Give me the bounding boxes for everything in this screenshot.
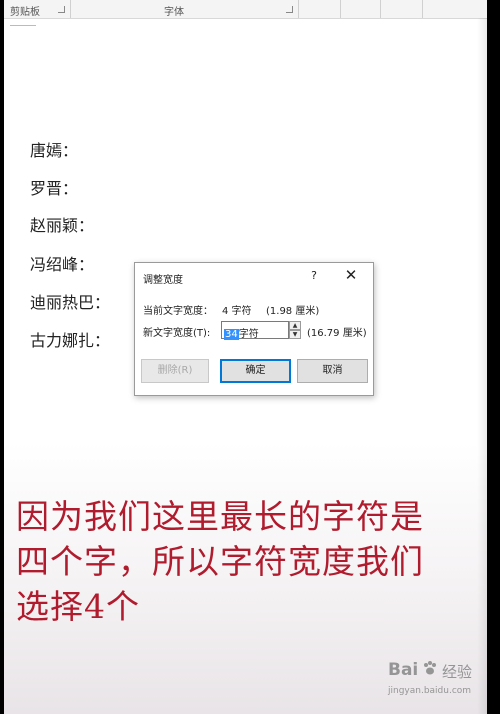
watermark-url: jingyan.baidu.com (388, 686, 472, 696)
spin-down-icon[interactable]: ▼ (289, 330, 301, 339)
ribbon-separator (70, 0, 71, 18)
delete-button[interactable]: 删除(R) (141, 359, 209, 383)
dialog-title: 调整宽度 (143, 275, 183, 286)
caption-line: 四个字，所以字符宽度我们 (16, 542, 424, 581)
ok-button[interactable]: 确定 (220, 359, 291, 383)
name-line[interactable]: 赵丽颖： (30, 212, 94, 236)
ribbon: 剪贴板 字体 (4, 0, 487, 19)
new-width-unit: 字符 (238, 329, 259, 340)
ribbon-separator (422, 0, 423, 18)
name-line[interactable]: 古力娜扎： (30, 327, 110, 351)
font-launcher-icon[interactable] (286, 6, 293, 13)
new-width-label: 新文字宽度(T): (143, 328, 211, 339)
clipboard-group-label: 剪贴板 (10, 7, 40, 18)
help-button[interactable]: ? (307, 269, 321, 282)
new-width-selected-value: 34 (224, 329, 239, 340)
paw-icon (424, 661, 436, 675)
ribbon-separator (380, 0, 381, 18)
name-line[interactable]: 迪丽热巴： (30, 289, 110, 313)
new-width-input[interactable]: 34字符 (221, 321, 289, 340)
name-line[interactable]: 冯绍峰： (30, 251, 94, 275)
name-line[interactable]: 罗晋： (30, 175, 78, 199)
cancel-button[interactable]: 取消 (297, 359, 368, 383)
adjust-width-dialog: 调整宽度 ? ✕ 当前文字宽度： 4 字符 (1.98 厘米) 新文字宽度(T)… (134, 262, 374, 396)
clipboard-launcher-icon[interactable] (58, 6, 65, 13)
document-page: 剪贴板 字体 唐嫣： 罗晋： 赵丽颖： 冯绍峰： 迪丽热巴： 古力娜扎： 调整宽… (4, 0, 487, 714)
caption-line: 选择4个 (16, 587, 140, 626)
caption-line: 因为我们这里最长的字符是 (16, 497, 424, 536)
name-line[interactable]: 唐嫣： (30, 137, 78, 161)
baidu-jingyan-watermark: Bai 经验 jingyan.baidu.com (388, 660, 487, 706)
ribbon-separator (340, 0, 341, 18)
close-icon[interactable]: ✕ (343, 266, 359, 284)
ruler-mark (10, 25, 36, 26)
ribbon-separator (298, 0, 299, 18)
spin-up-icon[interactable]: ▲ (289, 321, 301, 330)
page-edge-shadow (477, 18, 487, 714)
current-width-label: 当前文字宽度： (143, 306, 213, 317)
new-width-cm: (16.79 厘米) (307, 328, 367, 339)
current-width-cm: (1.98 厘米) (266, 306, 320, 317)
font-group-label: 字体 (164, 7, 184, 18)
watermark-brand: Bai (388, 660, 419, 680)
current-width-value: 4 字符 (222, 306, 252, 317)
watermark-brand-suffix: 经验 (442, 663, 473, 681)
